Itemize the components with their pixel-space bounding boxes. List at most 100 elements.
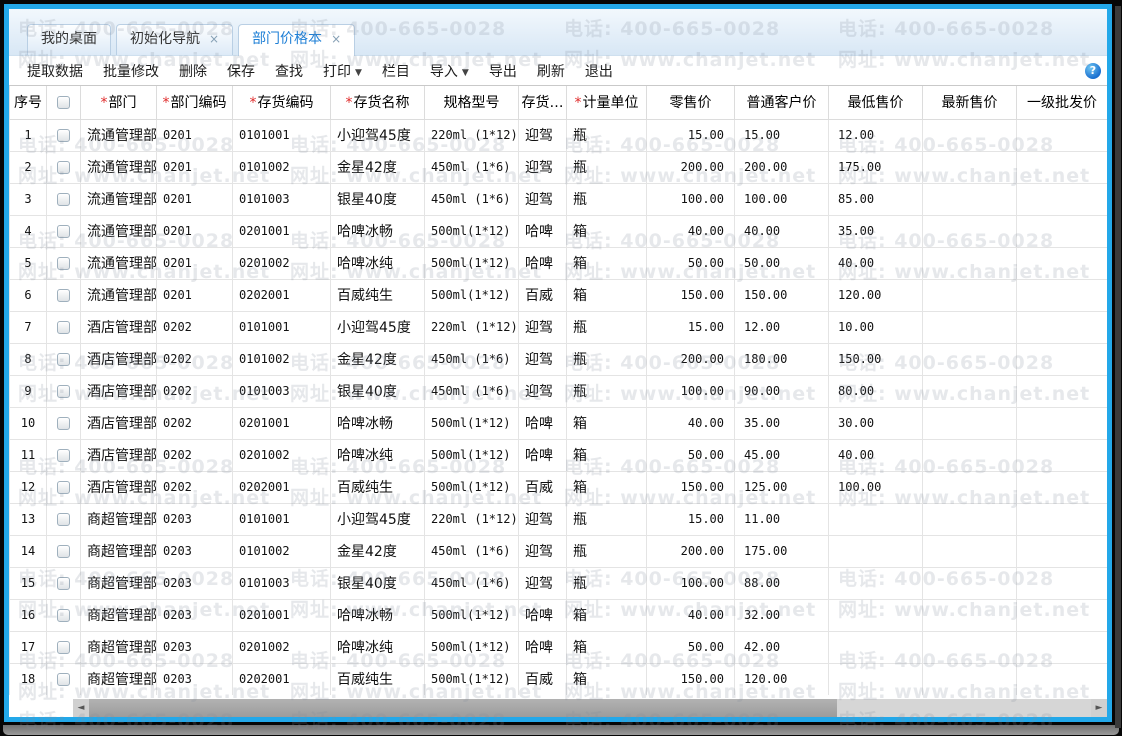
cell-spec[interactable]: 500ml(1*12) xyxy=(424,630,519,664)
column-header-check[interactable] xyxy=(46,86,81,120)
cell-regular[interactable]: 175.00 xyxy=(734,534,829,568)
tab-close-icon[interactable]: × xyxy=(331,32,341,46)
cell-inv_code[interactable]: 0201001 xyxy=(232,598,331,632)
cell-regular[interactable]: 90.00 xyxy=(734,374,829,408)
cell-inv_name[interactable]: 小迎驾45度 xyxy=(330,310,425,344)
cell-retail[interactable]: 100.00 xyxy=(646,374,735,408)
cell-inv_extra[interactable]: 百威 xyxy=(518,470,567,504)
cell-inv_name[interactable]: 金星42度 xyxy=(330,342,425,376)
cell-inv_extra[interactable]: 迎驾 xyxy=(518,342,567,376)
cell-spec[interactable]: 500ml(1*12) xyxy=(424,470,519,504)
cell-no[interactable]: 14 xyxy=(9,534,47,568)
cell-no[interactable]: 9 xyxy=(9,374,47,408)
table-row[interactable]: 8 酒店管理部 0202 0101002 金星42度 450ml (1*6) 迎驾瓶 200.… xyxy=(9,342,1107,376)
cell-dept[interactable]: 流通管理部 xyxy=(80,278,157,312)
cell-latest[interactable] xyxy=(922,182,1017,216)
cell-spec[interactable]: 500ml(1*12) xyxy=(424,598,519,632)
table-row[interactable]: 15 商超管理部 0203 0101003 银星40度 450ml (1*6) 迎驾瓶 100… xyxy=(9,566,1107,600)
cell-regular[interactable]: 150.00 xyxy=(734,278,829,312)
table-row[interactable]: 10 酒店管理部 0202 0201001 哈啤冰畅 500ml(1*12) 哈啤箱 40.0… xyxy=(9,406,1107,440)
cell-unit[interactable]: 箱 xyxy=(566,470,647,504)
cell-regular[interactable]: 180.00 xyxy=(734,342,829,376)
toolbar-button-7[interactable]: 栏目 xyxy=(372,61,420,81)
cell-no[interactable]: 2 xyxy=(9,150,47,184)
cell-latest[interactable] xyxy=(922,214,1017,248)
column-header-dept[interactable]: *部门 xyxy=(80,86,157,120)
cell-retail[interactable]: 15.00 xyxy=(646,502,735,536)
cell-spec[interactable]: 450ml (1*6) xyxy=(424,374,519,408)
cell-regular[interactable]: 50.00 xyxy=(734,246,829,280)
cell-unit[interactable]: 瓶 xyxy=(566,374,647,408)
cell-dept_code[interactable]: 0202 xyxy=(156,470,233,504)
cell-latest[interactable] xyxy=(922,662,1017,695)
cell-dept_code[interactable]: 0202 xyxy=(156,374,233,408)
row-checkbox[interactable] xyxy=(57,608,70,622)
cell-latest[interactable] xyxy=(922,438,1017,472)
cell-spec[interactable]: 220ml (1*12) xyxy=(424,118,519,152)
cell-inv_code[interactable]: 0101002 xyxy=(232,150,331,184)
cell-dept[interactable]: 流通管理部 xyxy=(80,150,157,184)
row-checkbox[interactable] xyxy=(57,640,70,654)
cell-min[interactable] xyxy=(828,566,923,600)
cell-inv_extra[interactable]: 哈啤 xyxy=(518,214,567,248)
cell-inv_name[interactable]: 哈啤冰畅 xyxy=(330,598,425,632)
cell-inv_extra[interactable]: 迎驾 xyxy=(518,310,567,344)
cell-min[interactable]: 85.00 xyxy=(828,182,923,216)
cell-no[interactable]: 4 xyxy=(9,214,47,248)
cell-retail[interactable]: 150.00 xyxy=(646,662,735,695)
cell-wholesale[interactable] xyxy=(1016,534,1107,568)
cell-inv_code[interactable]: 0202001 xyxy=(232,662,331,695)
cell-inv_code[interactable]: 0201001 xyxy=(232,214,331,248)
cell-inv_extra[interactable]: 迎驾 xyxy=(518,182,567,216)
cell-unit[interactable]: 箱 xyxy=(566,662,647,695)
cell-inv_name[interactable]: 金星42度 xyxy=(330,534,425,568)
cell-inv_name[interactable]: 金星42度 xyxy=(330,150,425,184)
cell-retail[interactable]: 40.00 xyxy=(646,214,735,248)
cell-dept[interactable]: 商超管理部 xyxy=(80,598,157,632)
cell-no[interactable]: 18 xyxy=(9,662,47,695)
cell-dept_code[interactable]: 0201 xyxy=(156,182,233,216)
cell-no[interactable]: 1 xyxy=(9,118,47,152)
cell-min[interactable]: 30.00 xyxy=(828,406,923,440)
cell-inv_code[interactable]: 0201002 xyxy=(232,438,331,472)
cell-inv_name[interactable]: 哈啤冰畅 xyxy=(330,406,425,440)
tab-1[interactable]: 我的桌面 xyxy=(27,24,111,55)
cell-wholesale[interactable] xyxy=(1016,310,1107,344)
cell-no[interactable]: 17 xyxy=(9,630,47,664)
toolbar-button-6[interactable]: 打印 ▼ xyxy=(313,61,372,81)
cell-min[interactable]: 40.00 xyxy=(828,246,923,280)
cell-dept[interactable]: 流通管理部 xyxy=(80,214,157,248)
cell-spec[interactable]: 220ml (1*12) xyxy=(424,502,519,536)
cell-inv_code[interactable]: 0201002 xyxy=(232,630,331,664)
cell-spec[interactable]: 450ml (1*6) xyxy=(424,342,519,376)
cell-inv_extra[interactable]: 哈啤 xyxy=(518,598,567,632)
cell-inv_code[interactable]: 0101002 xyxy=(232,534,331,568)
table-row[interactable]: 9 酒店管理部 0202 0101003 银星40度 450ml (1*6) 迎驾瓶 100.… xyxy=(9,374,1107,408)
column-header-no[interactable]: 序号 xyxy=(9,86,47,120)
cell-unit[interactable]: 箱 xyxy=(566,438,647,472)
cell-dept[interactable]: 酒店管理部 xyxy=(80,310,157,344)
cell-spec[interactable]: 500ml(1*12) xyxy=(424,406,519,440)
cell-dept[interactable]: 酒店管理部 xyxy=(80,406,157,440)
cell-inv_name[interactable]: 银星40度 xyxy=(330,566,425,600)
cell-wholesale[interactable] xyxy=(1016,214,1107,248)
table-row[interactable]: 18 商超管理部 0203 0202001 百威纯生 500ml(1*12) 百威箱 150.… xyxy=(9,662,1107,695)
cell-inv_extra[interactable]: 哈啤 xyxy=(518,406,567,440)
cell-inv_name[interactable]: 哈啤冰纯 xyxy=(330,438,425,472)
cell-latest[interactable] xyxy=(922,566,1017,600)
cell-unit[interactable]: 箱 xyxy=(566,406,647,440)
cell-dept[interactable]: 商超管理部 xyxy=(80,566,157,600)
column-header-regular[interactable]: 普通客户价 xyxy=(734,86,829,120)
column-header-inv_code[interactable]: *存货编码 xyxy=(232,86,331,120)
cell-no[interactable]: 10 xyxy=(9,406,47,440)
cell-spec[interactable]: 450ml (1*6) xyxy=(424,566,519,600)
cell-unit[interactable]: 箱 xyxy=(566,214,647,248)
cell-inv_extra[interactable]: 百威 xyxy=(518,278,567,312)
cell-dept[interactable]: 酒店管理部 xyxy=(80,342,157,376)
cell-unit[interactable]: 瓶 xyxy=(566,502,647,536)
toolbar-button-11[interactable]: 退出 xyxy=(575,61,623,81)
cell-no[interactable]: 15 xyxy=(9,566,47,600)
cell-regular[interactable]: 15.00 xyxy=(734,118,829,152)
cell-wholesale[interactable] xyxy=(1016,630,1107,664)
toolbar-button-5[interactable]: 查找 xyxy=(265,61,313,81)
